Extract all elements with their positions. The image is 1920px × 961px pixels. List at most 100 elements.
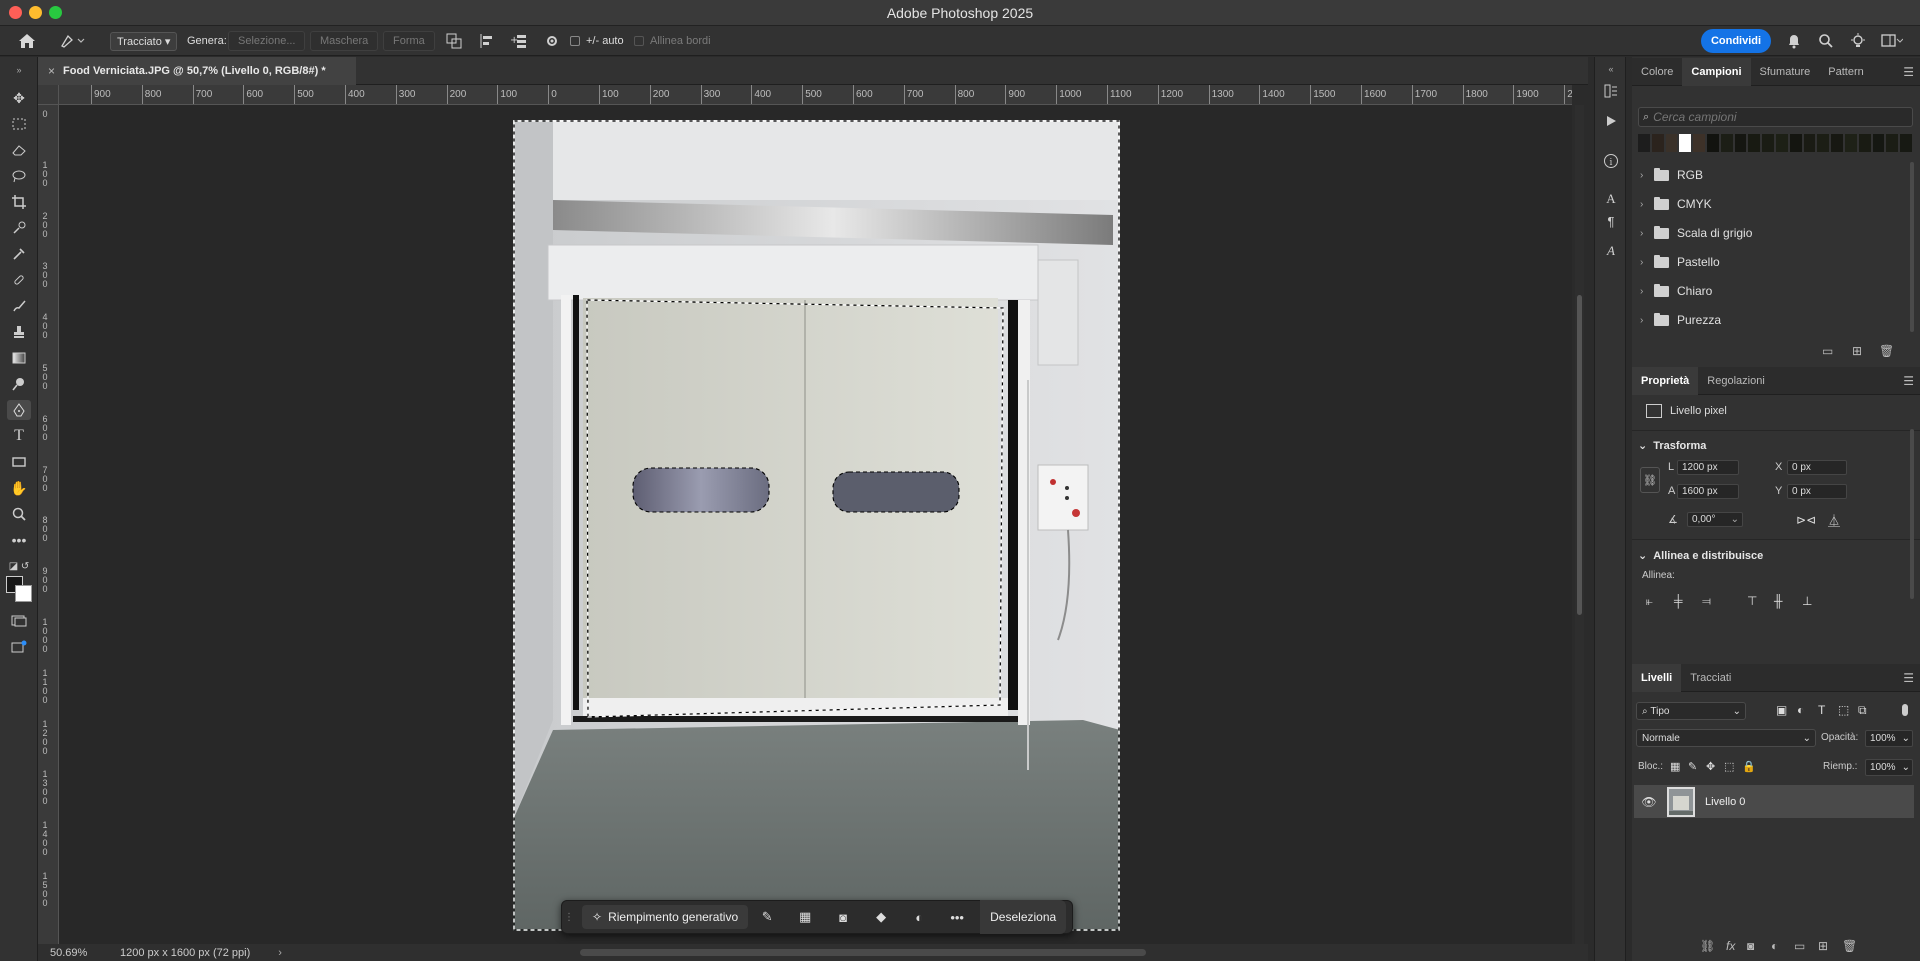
adjustment-layer-icon[interactable]: ◐ — [900, 910, 938, 925]
move-tool-icon[interactable]: ✥ — [7, 88, 31, 108]
align-right-edges-icon[interactable]: ⫤ — [1702, 594, 1711, 609]
screen-mode-icon[interactable] — [7, 637, 31, 657]
history-icon[interactable] — [1601, 81, 1621, 101]
marquee-tool-icon[interactable] — [7, 114, 31, 134]
color-swatch[interactable] — [1872, 134, 1885, 152]
character-panel-icon[interactable]: A — [1601, 189, 1621, 209]
swatch-search-input[interactable] — [1653, 110, 1894, 124]
zoom-tool-icon[interactable] — [7, 504, 31, 524]
collapse-toolbar-icon[interactable]: » — [7, 60, 31, 80]
color-swatch[interactable] — [1734, 134, 1747, 152]
gradient-tool-icon[interactable] — [7, 348, 31, 368]
background-color-swatch[interactable] — [15, 585, 32, 602]
color-swatch[interactable] — [1900, 134, 1912, 152]
color-swatch[interactable] — [1858, 134, 1871, 152]
color-swatch[interactable] — [1762, 134, 1774, 152]
angle-field[interactable]: 0,00° ⌄ — [1687, 512, 1743, 527]
color-swatch[interactable] — [1638, 134, 1650, 152]
new-group-folder-icon[interactable]: ▭ — [1822, 344, 1833, 358]
tab-sfumature[interactable]: Sfumature — [1751, 58, 1820, 86]
workspace-icon[interactable] — [1881, 26, 1903, 56]
width-field[interactable]: 1200 px — [1677, 460, 1739, 475]
swatch-folder-grayscale[interactable]: › Scala di grigio — [1640, 223, 1752, 243]
vertical-ruler[interactable]: 0 100 200 300 400 500 600 700 800 900 1000 1100 1200… — [38, 105, 59, 944]
paragraph-panel-icon[interactable]: ¶ — [1601, 211, 1621, 231]
settings-gear-icon[interactable] — [545, 26, 559, 56]
height-field[interactable]: 1600 px — [1677, 484, 1739, 499]
canvas-area[interactable] — [59, 105, 1572, 944]
selection-button[interactable]: Selezione... — [228, 31, 306, 51]
color-swatch[interactable] — [1693, 134, 1705, 152]
vertical-scroll-thumb[interactable] — [1577, 295, 1582, 615]
opacity-field[interactable]: 100% ⌄ — [1865, 730, 1913, 747]
mask-from-selection-icon[interactable]: ◙ — [824, 910, 862, 925]
transform-section-header[interactable]: ⌄ Trasforma — [1638, 439, 1706, 453]
panel-menu-icon[interactable]: ☰ — [1903, 374, 1914, 388]
fill-selection-icon[interactable]: ◆ — [862, 909, 900, 925]
color-swatch[interactable] — [1803, 134, 1816, 152]
pen-tool-preset-icon[interactable] — [60, 26, 86, 56]
swatch-folder-light[interactable]: › Chiaro — [1640, 281, 1712, 301]
dodge-tool-icon[interactable] — [7, 374, 31, 394]
drag-handle[interactable]: ⋮ — [562, 901, 576, 933]
shape-button[interactable]: Forma — [383, 31, 435, 51]
flip-horizontal-icon[interactable]: ⊳⊲ — [1796, 513, 1816, 527]
canvas-vertical-scrollbar[interactable] — [1575, 105, 1584, 944]
panel-menu-icon[interactable]: ☰ — [1903, 65, 1914, 79]
document-image[interactable] — [513, 120, 1120, 931]
align-left-edges-icon[interactable]: ⫦ — [1646, 594, 1653, 609]
color-swatch[interactable] — [1844, 134, 1857, 152]
align-edges-checkbox[interactable] — [634, 36, 644, 46]
path-mode-select[interactable]: Tracciato ▾ — [110, 31, 178, 51]
swatch-folder-pastel[interactable]: › Pastello — [1640, 252, 1720, 272]
link-dimensions-icon[interactable]: ⛓ — [1640, 467, 1660, 493]
type-tool-icon[interactable]: T — [7, 426, 31, 446]
collapse-dock-icon[interactable]: « — [1601, 59, 1621, 79]
document-tab[interactable]: × Food Verniciata.JPG @ 50,7% (Livello 0… — [38, 57, 356, 85]
pen-tool-icon[interactable] — [7, 400, 31, 420]
ruler-origin[interactable] — [38, 85, 59, 105]
align-bottom-edges-icon[interactable]: ⊥ — [1802, 594, 1812, 608]
glyphs-panel-icon[interactable]: A — [1601, 241, 1621, 261]
object-selection-tool-icon[interactable] — [7, 218, 31, 238]
tab-campioni[interactable]: Campioni — [1682, 57, 1751, 86]
lock-position-icon[interactable]: ✥ — [1706, 760, 1715, 773]
color-swatch[interactable] — [1679, 134, 1692, 152]
eraser-tool-icon[interactable] — [7, 140, 31, 160]
y-position-field[interactable]: 0 px — [1787, 484, 1847, 499]
delete-swatch-icon[interactable]: 🗑 — [1879, 344, 1894, 358]
tab-livelli[interactable]: Livelli — [1632, 663, 1682, 692]
add-mask-icon[interactable]: ◙ — [1747, 939, 1754, 953]
link-layers-icon[interactable]: ⛓ — [1700, 939, 1715, 953]
x-position-field[interactable]: 0 px — [1787, 460, 1847, 475]
more-tools-icon[interactable]: ••• — [7, 530, 31, 550]
filter-adjustment-icon[interactable]: ◐ — [1797, 703, 1804, 717]
actions-play-icon[interactable] — [1601, 111, 1621, 131]
color-swatch[interactable] — [1817, 134, 1830, 152]
home-icon[interactable] — [18, 26, 36, 56]
info-icon[interactable]: i — [1601, 151, 1621, 171]
path-operations-icon[interactable] — [446, 26, 462, 56]
layer-filter-select[interactable]: ⌕ Tipo ⌄ — [1636, 702, 1746, 720]
filter-shape-icon[interactable]: ⬚ — [1838, 703, 1849, 717]
tab-regolazioni[interactable]: Regolazioni — [1698, 367, 1773, 395]
swatches-scrollbar[interactable] — [1910, 162, 1914, 332]
lock-all-icon[interactable]: 🔒 — [1742, 760, 1756, 773]
layer-row[interactable]: 👁 Livello 0 — [1634, 785, 1914, 818]
invert-selection-icon[interactable]: ▦ — [786, 909, 824, 925]
align-vertical-centers-icon[interactable]: ╫ — [1774, 594, 1783, 608]
align-horizontal-centers-icon[interactable]: ╪ — [1674, 594, 1683, 608]
fill-field[interactable]: 100% ⌄ — [1865, 759, 1913, 776]
tab-pattern[interactable]: Pattern — [1819, 58, 1872, 86]
align-top-edges-icon[interactable]: ⊤ — [1747, 594, 1757, 608]
color-swatch[interactable] — [1720, 134, 1733, 152]
properties-scrollbar[interactable] — [1910, 429, 1914, 599]
new-group-icon[interactable]: ▭ — [1794, 939, 1805, 953]
tab-tracciati[interactable]: Tracciati — [1681, 664, 1740, 692]
layer-name[interactable]: Livello 0 — [1705, 796, 1745, 808]
color-swatch[interactable] — [1665, 134, 1678, 152]
share-button[interactable]: Condividi — [1701, 29, 1771, 53]
tab-proprieta[interactable]: Proprietà — [1632, 366, 1699, 395]
deselect-button[interactable]: Deseleziona — [980, 900, 1067, 934]
filter-toggle-switch[interactable] — [1902, 704, 1908, 716]
